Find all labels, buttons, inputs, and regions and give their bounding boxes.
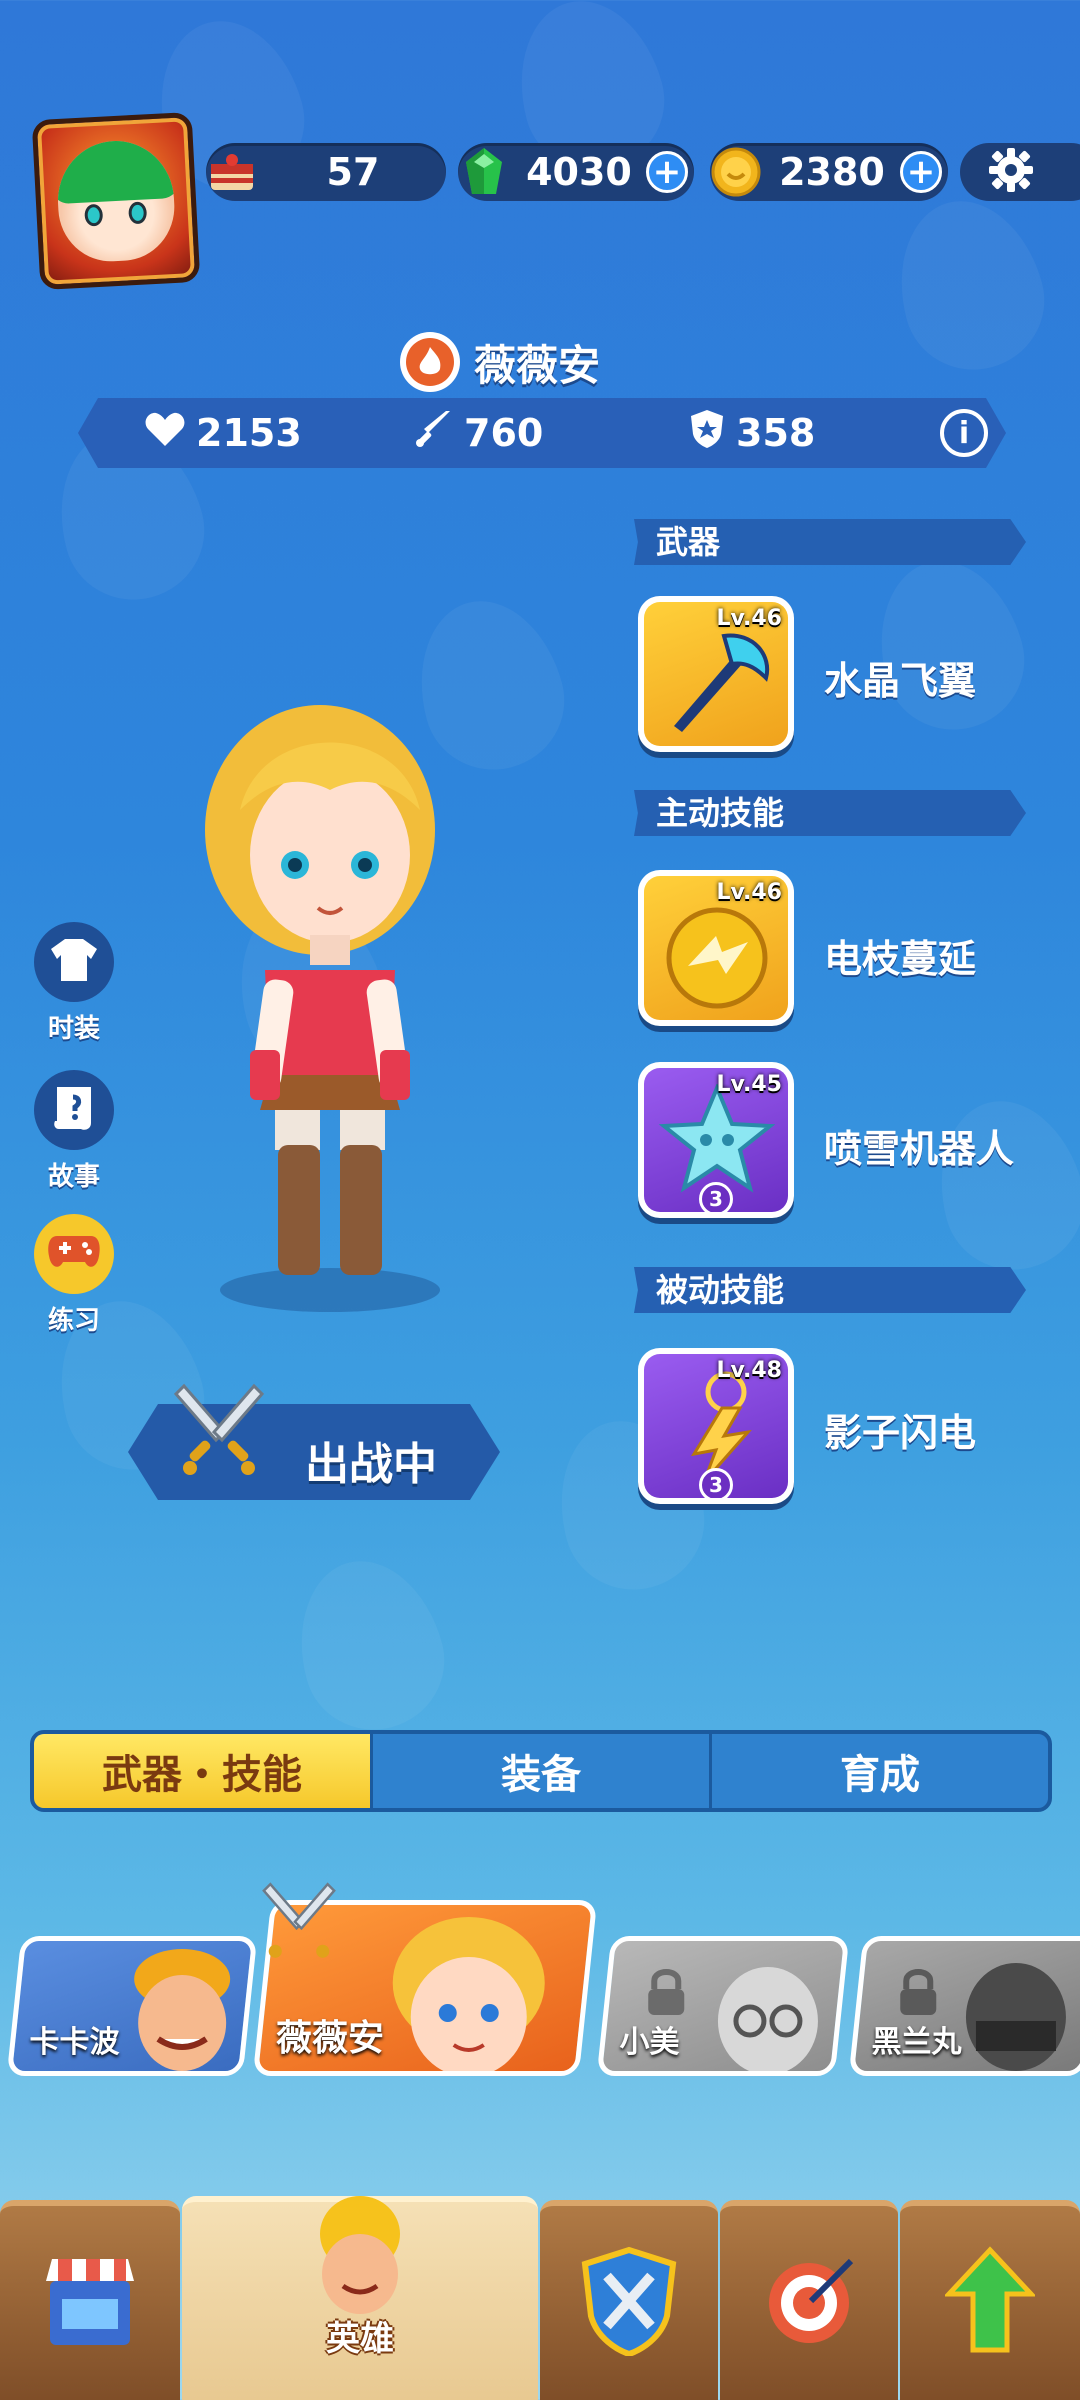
player-avatar[interactable]: [31, 111, 201, 291]
active-skill-2-name: 喷雪机器人: [824, 1127, 1015, 1171]
cake-icon: [204, 144, 260, 200]
nav-upgrade[interactable]: [900, 2200, 1080, 2400]
hero-card-label: 薇薇安: [276, 2018, 385, 2059]
battle-shield-icon: [577, 2246, 681, 2360]
active-skill-2-badge: 3: [699, 1182, 733, 1212]
crossed-swords-icon: [164, 1376, 274, 1490]
costume-button[interactable]: 时装: [34, 922, 114, 1045]
nav-shop[interactable]: [0, 2200, 180, 2400]
hero-portrait: [956, 1951, 1076, 2076]
nav-heroes[interactable]: 英雄: [182, 2196, 538, 2400]
bottom-nav: 英雄: [0, 2196, 1080, 2400]
gem-counter: 4030 +: [458, 143, 694, 201]
avatar-portrait: [54, 138, 178, 264]
passive-skill-level: Lv.48: [716, 1358, 782, 1383]
lock-icon: [898, 1967, 938, 2021]
fire-element-icon: [400, 332, 460, 392]
attack-stat: 760: [414, 409, 543, 458]
hero-portrait: [384, 1913, 554, 2076]
passive-skill-name: 影子闪电: [824, 1411, 977, 1455]
nav-battle[interactable]: [540, 2200, 718, 2400]
hero-stats-bar: 2153 760 358 i: [78, 398, 1006, 468]
gamepad-icon: [47, 1232, 101, 1276]
settings-button[interactable]: [960, 143, 1080, 201]
practice-button[interactable]: 练习: [34, 1214, 114, 1337]
passive-skill-card[interactable]: Lv.48 3: [638, 1348, 794, 1504]
practice-label: 练习: [47, 1306, 100, 1336]
upgrade-arrow-icon: [943, 2246, 1037, 2360]
passive-skill-badge: 3: [699, 1468, 733, 1498]
hero-portrait: [122, 1947, 242, 2076]
hero-detail-tabs: 武器・技能 装备 育成: [30, 1730, 1052, 1812]
sword-icon: [414, 409, 454, 458]
deployed-swords-icon: [254, 1876, 344, 1970]
nav-challenge[interactable]: [720, 2200, 898, 2400]
gear-icon: [988, 147, 1034, 197]
story-label: 故事: [47, 1162, 100, 1192]
crystal-axe-icon: [654, 616, 778, 744]
costume-label: 时装: [47, 1014, 100, 1044]
hero-card-heilanwan[interactable]: 黑兰丸: [848, 1936, 1080, 2076]
hero-card-label: 小美: [619, 2025, 680, 2060]
scroll-icon: [51, 1083, 97, 1137]
active-skill-card-1[interactable]: Lv.46: [638, 870, 794, 1026]
coin-counter: 2380 +: [710, 143, 948, 201]
defense-stat: 358: [688, 408, 815, 459]
active-skill-section-header: 主动技能: [634, 790, 1026, 836]
hero-card-label: 黑兰丸: [871, 2025, 962, 2060]
active-skill-1-name: 电枝蔓延: [824, 937, 977, 981]
target-icon: [759, 2251, 859, 2355]
heart-icon: [144, 410, 186, 457]
hero-card-xiaomei[interactable]: 小美: [596, 1936, 850, 2076]
tab-growth[interactable]: 育成: [712, 1734, 1048, 1808]
hero-card-kakabo[interactable]: 卡卡波: [6, 1936, 258, 2076]
deploy-status-label: 出战中: [305, 1439, 437, 1490]
info-icon[interactable]: i: [940, 409, 988, 457]
hero-name: 薇薇安: [474, 340, 601, 390]
passive-skill-section-header: 被动技能: [634, 1267, 1026, 1313]
stamina-value: 57: [326, 150, 380, 194]
gem-value: 4030: [526, 150, 632, 194]
weapon-section-header: 武器: [634, 519, 1026, 565]
hp-stat: 2153: [144, 410, 302, 457]
tab-equipment[interactable]: 装备: [373, 1734, 712, 1808]
hero-portrait: [708, 1951, 828, 2076]
weapon-name: 水晶飞翼: [824, 659, 977, 703]
tab-weapon-skills[interactable]: 武器・技能: [34, 1734, 373, 1808]
hero-model[interactable]: [170, 680, 490, 1320]
active-skill-1-level: Lv.46: [716, 880, 782, 905]
weapon-level: Lv.46: [716, 606, 782, 631]
shirt-icon: [49, 937, 99, 987]
shop-icon: [42, 2251, 138, 2355]
shield-icon: [688, 408, 726, 459]
story-button[interactable]: 故事: [34, 1070, 114, 1193]
add-coins-button[interactable]: +: [900, 151, 942, 193]
stamina-counter: 57: [206, 143, 446, 201]
add-gems-button[interactable]: +: [646, 151, 688, 193]
active-skill-card-2[interactable]: Lv.45 3: [638, 1062, 794, 1218]
coin-value: 2380: [779, 150, 885, 194]
weapon-card[interactable]: Lv.46: [638, 596, 794, 752]
lightning-orb-icon: [658, 896, 776, 1018]
gem-icon: [456, 144, 512, 200]
lock-icon: [646, 1967, 686, 2021]
nav-heroes-label: 英雄: [326, 2319, 394, 2359]
coin-icon: [708, 144, 764, 200]
hero-name-row: 薇薇安: [400, 330, 600, 394]
active-skill-2-level: Lv.45: [716, 1072, 782, 1097]
hero-head-icon: [305, 2194, 415, 2328]
hero-card-label: 卡卡波: [29, 2025, 120, 2060]
